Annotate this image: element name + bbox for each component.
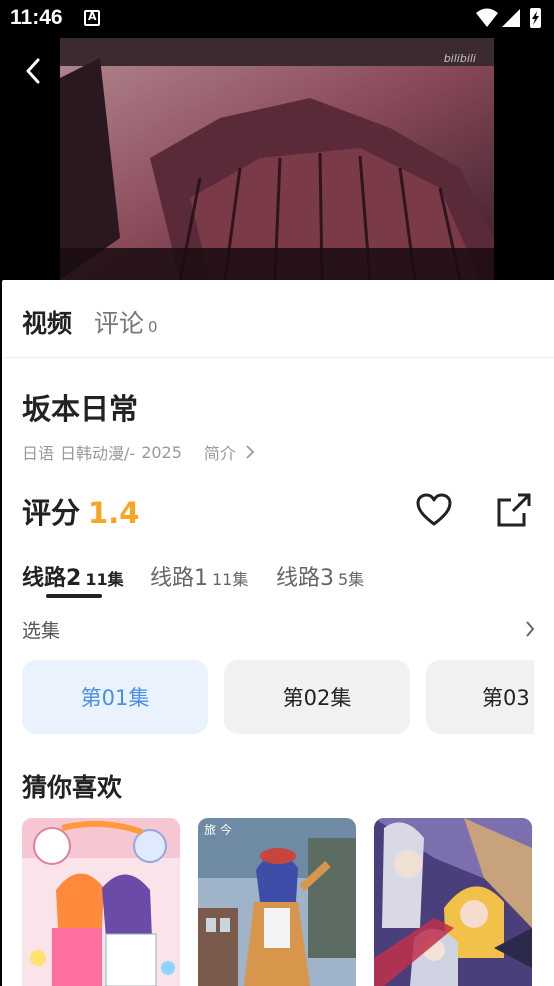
episodes-label: 选集 xyxy=(22,620,61,642)
score-row: 评分 1.4 xyxy=(22,490,139,532)
poster-image xyxy=(374,818,532,986)
recommend-list: 旅 今 xyxy=(22,818,554,986)
poster-image xyxy=(22,818,180,986)
episode-button[interactable]: 第01集 xyxy=(22,660,208,734)
tab-video[interactable]: 视频 xyxy=(22,304,72,340)
route-active-indicator xyxy=(46,594,102,598)
svg-text:旅 今: 旅 今 xyxy=(204,822,232,837)
status-time: 11:46 xyxy=(10,6,63,29)
episode-list: 第01集 第02集 第03 xyxy=(22,660,534,736)
anime-category: 日韩动漫/- xyxy=(60,444,136,463)
detail-sheet: 视频 评论 0 坂本日常 日语 日韩动漫/- 2025 简介 评分 1.4 线路2 1… xyxy=(2,280,554,986)
route-name: 线路3 xyxy=(276,566,334,591)
route-count: 11集 xyxy=(212,570,249,589)
score-value: 1.4 xyxy=(88,496,140,530)
wifi-icon xyxy=(476,8,498,27)
route-name: 线路1 xyxy=(150,566,208,591)
video-frame[interactable]: bilibili xyxy=(60,38,494,280)
anime-language: 日语 xyxy=(22,444,55,463)
heart-icon[interactable] xyxy=(414,490,454,530)
intro-label: 简介 xyxy=(203,444,236,463)
comments-count: 0 xyxy=(148,318,158,336)
recommend-card[interactable] xyxy=(374,818,532,986)
anime-year: 2025 xyxy=(141,442,182,462)
signal-icon xyxy=(502,9,520,27)
status-bar: 11:46 xyxy=(0,0,554,36)
route-tab[interactable]: 线路2 11集 xyxy=(22,560,124,592)
status-icons xyxy=(476,8,541,28)
route-count: 11集 xyxy=(85,570,124,589)
episode-button[interactable]: 第03 xyxy=(426,660,534,734)
tab-comments[interactable]: 评论 0 xyxy=(94,304,158,340)
tab-bar: 视频 评论 0 xyxy=(2,280,554,358)
video-still xyxy=(60,38,494,280)
recommend-card[interactable]: 旅 今 xyxy=(198,818,356,986)
poster-image: 旅 今 xyxy=(198,818,356,986)
route-name: 线路2 xyxy=(22,566,82,591)
video-watermark: bilibili xyxy=(443,52,476,65)
notification-icon xyxy=(84,10,100,26)
chevron-right-icon xyxy=(526,621,535,637)
anime-title: 坂本日常 xyxy=(22,392,139,426)
recommend-card[interactable] xyxy=(22,818,180,986)
episode-button[interactable]: 第02集 xyxy=(224,660,410,734)
route-tab[interactable]: 线路3 5集 xyxy=(276,560,364,592)
back-arrow-icon[interactable] xyxy=(18,56,48,86)
share-icon[interactable] xyxy=(494,490,534,530)
anime-meta: 日语 日韩动漫/- 2025 简介 xyxy=(22,440,262,464)
chevron-right-icon xyxy=(246,445,255,459)
route-tab[interactable]: 线路1 11集 xyxy=(150,560,248,592)
route-tabs: 线路2 11集 线路1 11集 线路3 5集 xyxy=(22,560,542,600)
episodes-header[interactable]: 选集 xyxy=(22,616,542,646)
score-label: 评分 xyxy=(22,496,81,530)
recommend-title: 猜你喜欢 xyxy=(22,773,123,802)
tab-comments-label: 评论 xyxy=(94,309,145,338)
video-player[interactable]: bilibili xyxy=(2,36,554,280)
intro-link[interactable]: 简介 xyxy=(204,440,256,464)
route-count: 5集 xyxy=(338,570,365,589)
